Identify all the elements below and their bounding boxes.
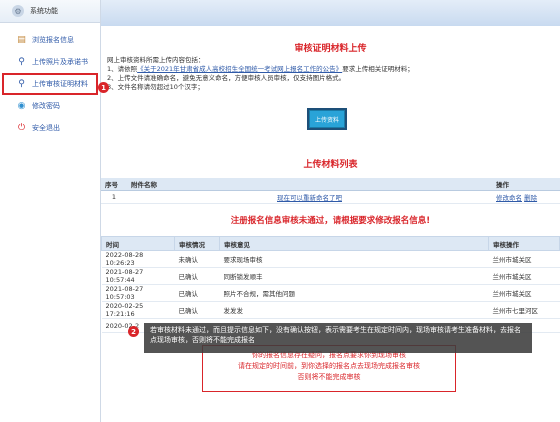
- review-status: 已确认: [174, 301, 220, 319]
- column-header: 操作: [492, 178, 560, 191]
- review-operator: 兰州市城关区: [488, 267, 560, 285]
- column-header: 审核意见: [219, 236, 489, 251]
- sidebar-item-upload-photo[interactable]: ⚲ 上传照片及承诺书: [0, 51, 100, 73]
- sidebar-item-logout[interactable]: ⏻ 安全退出: [0, 117, 100, 139]
- password-icon: ◉: [17, 101, 26, 111]
- files-table: 序号 附件名称 操作 1 现在可以重新命名了吧 修改命名 删除: [101, 178, 560, 204]
- column-header: 审核情况: [174, 236, 220, 251]
- sidebar-item-browse-info[interactable]: ▤ 浏览报名信息: [0, 29, 100, 51]
- sidebar: ⚙ 系统功能 ▤ 浏览报名信息 ⚲ 上传照片及承诺书 ⚲ 上传审核证明材料 ◉ …: [0, 0, 101, 422]
- sidebar-item-upload-review-materials[interactable]: ⚲ 上传审核证明材料: [2, 73, 98, 95]
- review-status: 已确认: [174, 284, 220, 302]
- review-status: 已确认: [174, 267, 220, 285]
- review-operator: 兰州市城关区: [488, 284, 560, 302]
- delete-link[interactable]: 删除: [524, 194, 537, 202]
- instructions-line-3: 3、文件名称请勿超过10个汉字；: [107, 83, 204, 91]
- instructions-line-1: 1、请依照《关于2021年甘肃省成人高校招生全国统一考试网上报名工作的公告》要求…: [107, 65, 547, 74]
- files-table-header: 序号 附件名称 操作: [101, 178, 560, 191]
- table-row: 2020-02-25 17:21:16 已确认 发发发 兰州市七里河区: [101, 301, 560, 319]
- table-row: 1 现在可以重新命名了吧 修改命名 删除: [101, 190, 560, 204]
- review-time: 2022-08-28 10:26:23: [101, 250, 175, 268]
- annotation-callout: 若审核材料未通过，而且提示信息如下，没有确认按钮，表示需要考生在规定时间内，现场…: [144, 323, 532, 353]
- column-header: 审核操作: [488, 236, 560, 251]
- rename-link[interactable]: 修改命名: [496, 194, 522, 202]
- column-header: 附件名称: [127, 178, 492, 191]
- table-row: 2021-08-27 10:57:44 已确认 同断锁发顺丰 兰州市城关区: [101, 267, 560, 285]
- review-failed-notice: 注册报名信息审核未通过，请根据要求修改报名信息!: [230, 216, 431, 226]
- instructions-intro: 网上审核资料所需上传内容包括：: [107, 56, 205, 64]
- step-badge-2: 2: [128, 326, 139, 337]
- review-time: 2021-08-27 10:57:44: [101, 267, 175, 285]
- review-operator: 兰州市城关区: [488, 250, 560, 268]
- top-banner: [101, 0, 560, 26]
- sidebar-header-title: 系统功能: [30, 7, 58, 15]
- review-table-header: 时间 审核情况 审核意见 审核操作: [101, 236, 560, 251]
- sidebar-header: ⚙ 系统功能: [0, 0, 100, 23]
- sidebar-item-label: 上传审核证明材料: [32, 80, 88, 88]
- upload-section-title: 审核证明材料上传: [294, 44, 367, 54]
- row-number: 1: [101, 190, 127, 204]
- logout-icon: ⏻: [17, 123, 26, 133]
- sidebar-item-label: 浏览报名信息: [32, 36, 74, 44]
- column-header: 时间: [101, 236, 175, 251]
- review-opinion: 同断锁发顺丰: [219, 267, 489, 285]
- review-opinion: 照片不合规，需其他问题: [219, 284, 489, 302]
- upload-materials-button[interactable]: 上传资料: [309, 110, 345, 128]
- search-icon: ⚲: [18, 79, 25, 89]
- review-opinion: 要求现场审核: [219, 250, 489, 268]
- review-time: 2020-02-25 17:21:16: [101, 301, 175, 319]
- document-icon: ▤: [17, 35, 26, 45]
- line1-suffix: 要求上传相关证明材料；: [342, 65, 414, 73]
- warning-line-3: 否则将不能完成审核: [297, 373, 361, 381]
- review-operator: 兰州市七里河区: [488, 301, 560, 319]
- step-badge-1: 1: [98, 82, 109, 93]
- upload-instructions: 网上审核资料所需上传内容包括： 1、请依照《关于2021年甘肃省成人高校招生全国…: [107, 56, 547, 92]
- search-icon: ⚲: [18, 57, 25, 67]
- sidebar-item-label: 上传照片及承诺书: [32, 58, 88, 66]
- table-row: 2022-08-28 10:26:23 未确认 要求现场审核 兰州市城关区: [101, 250, 560, 268]
- review-opinion: 发发发: [219, 301, 489, 319]
- table-row: 2021-08-27 10:57:03 已确认 照片不合规，需其他问题 兰州市城…: [101, 284, 560, 302]
- review-status: 未确认: [174, 250, 220, 268]
- line1-prefix: 1、请依照: [107, 65, 138, 73]
- sidebar-item-change-password[interactable]: ◉ 修改密码: [0, 95, 100, 117]
- sidebar-item-label: 修改密码: [32, 102, 60, 110]
- attachment-link[interactable]: 现在可以重新命名了吧: [277, 194, 342, 202]
- review-history-table: 时间 审核情况 审核意见 审核操作 2022-08-28 10:26:23 未确…: [101, 236, 560, 333]
- instructions-line-2: 2、上传文件请准确命名，避免无意义命名，方便审核人员审核，仅支持图片格式。: [107, 74, 346, 82]
- review-time: 2021-08-27 10:57:03: [101, 284, 175, 302]
- sidebar-item-label: 安全退出: [32, 124, 60, 132]
- files-section-title: 上传材料列表: [303, 160, 358, 170]
- system-icon: ⚙: [12, 5, 24, 17]
- warning-line-2: 请在规定的时间前，到你选择的报名点去现场完成报名审核: [238, 362, 420, 370]
- announcement-link[interactable]: 《关于2021年甘肃省成人高校招生全国统一考试网上报名工作的公告》: [137, 65, 342, 73]
- column-header: 序号: [101, 178, 127, 191]
